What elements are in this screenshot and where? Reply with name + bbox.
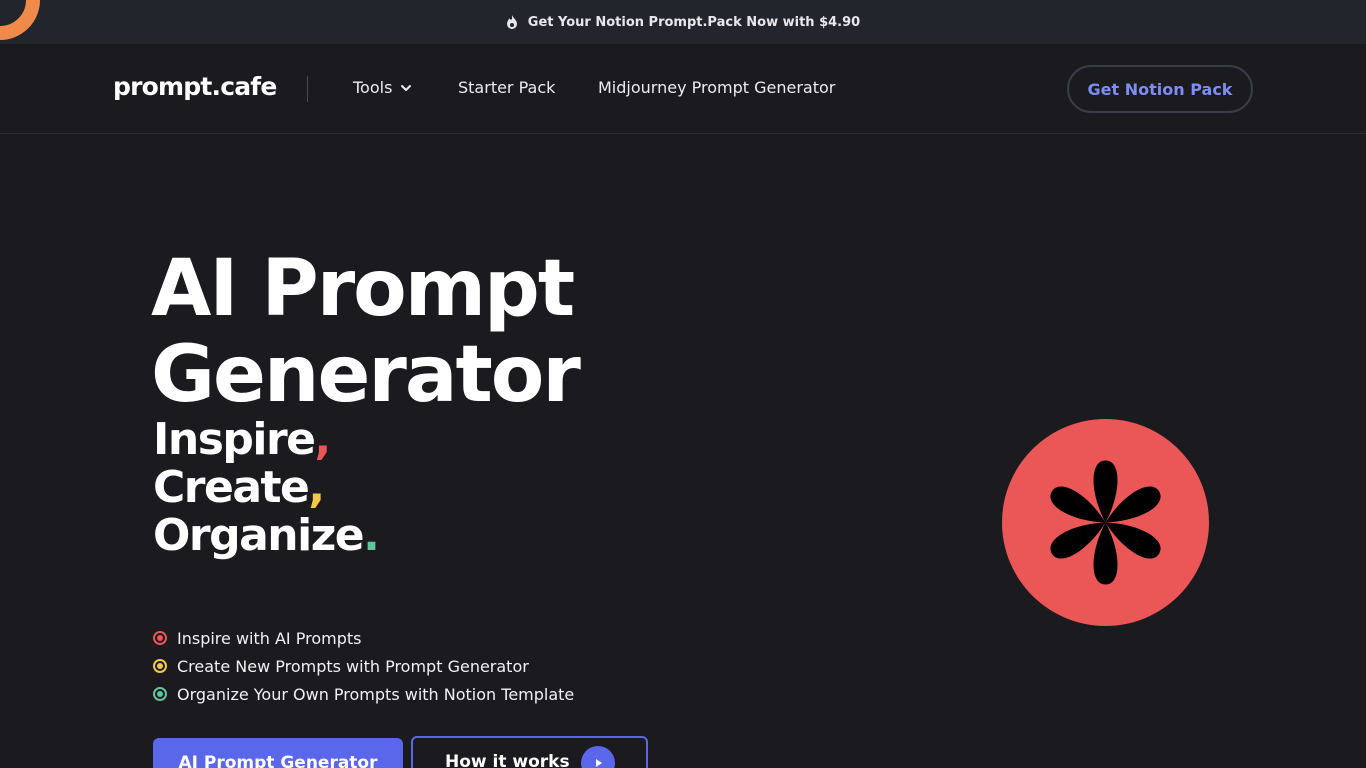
tagline-punct: ,	[308, 462, 325, 513]
chevron-down-icon	[401, 84, 412, 91]
nav-tools-label: Tools	[353, 78, 393, 97]
tagline-word: Create	[153, 462, 310, 513]
bullet-dot-icon	[153, 687, 167, 701]
tagline-organize: Organize.	[153, 510, 380, 561]
tagline-word: Organize	[153, 510, 365, 561]
ai-prompt-generator-button[interactable]: AI Prompt Generator	[153, 738, 403, 768]
feature-text: Organize Your Own Prompts with Notion Te…	[177, 684, 575, 704]
site-logo[interactable]: prompt.cafe	[113, 72, 277, 101]
tagline-punct: .	[363, 510, 380, 561]
tagline: Inspire, Create, Organize.	[153, 416, 380, 561]
list-item: Organize Your Own Prompts with Notion Te…	[153, 680, 574, 708]
nav-divider	[307, 76, 308, 102]
feature-text: Inspire with AI Prompts	[177, 628, 362, 648]
nav-starter-pack[interactable]: Starter Pack	[458, 78, 555, 97]
list-item: Create New Prompts with Prompt Generator	[153, 652, 574, 680]
tagline-punct: ,	[314, 414, 332, 465]
decorative-blob	[0, 0, 40, 40]
tagline-word: Inspire	[153, 414, 316, 465]
play-icon	[581, 746, 615, 768]
bullet-dot-icon	[153, 659, 167, 673]
feature-text: Create New Prompts with Prompt Generator	[177, 656, 529, 676]
tagline-inspire: Inspire,	[153, 416, 378, 464]
list-item: Inspire with AI Prompts	[153, 624, 574, 652]
nav-midjourney-generator[interactable]: Midjourney Prompt Generator	[598, 78, 835, 97]
feature-list: Inspire with AI Prompts Create New Promp…	[153, 624, 574, 708]
announcement-text[interactable]: Get Your Notion Prompt.Pack Now with $4.…	[528, 15, 860, 30]
hero-title-line-1: AI Prompt	[151, 244, 575, 334]
page: Get Your Notion Prompt.Pack Now with $4.…	[0, 0, 1366, 768]
how-it-works-label: How it works	[445, 752, 570, 768]
asterisk-logo-icon	[1002, 419, 1209, 626]
how-it-works-button[interactable]: How it works	[411, 736, 648, 768]
tagline-create: Create,	[153, 464, 378, 512]
announcement-bar[interactable]: Get Your Notion Prompt.Pack Now with $4.…	[0, 0, 1366, 44]
hero-title-line-2: Generator	[151, 330, 581, 420]
get-notion-pack-button[interactable]: Get Notion Pack	[1067, 65, 1253, 113]
hero-title: AI Prompt Generator	[151, 244, 581, 420]
flame-icon	[506, 15, 517, 29]
nav-tools-dropdown[interactable]: Tools	[353, 78, 412, 97]
bullet-dot-icon	[153, 631, 167, 645]
top-navigation: prompt.cafe Tools Starter Pack Midjourne…	[0, 44, 1366, 134]
